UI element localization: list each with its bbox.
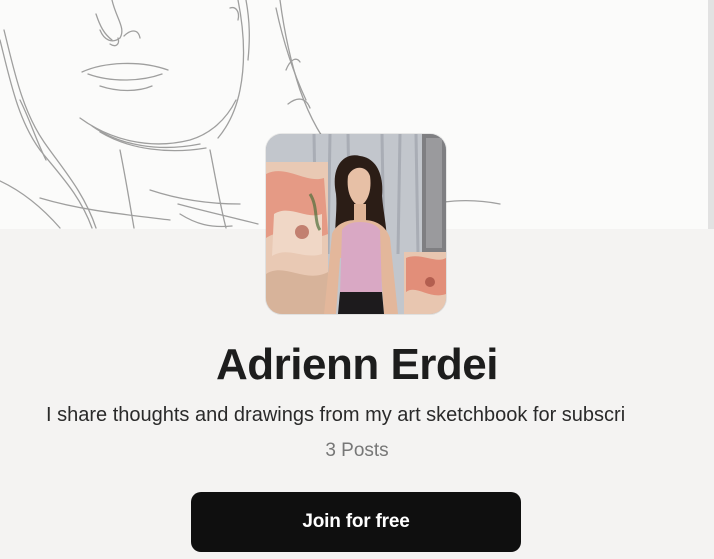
cover-scroll-edge — [708, 0, 714, 229]
posts-count: 3 Posts — [325, 440, 389, 461]
creator-name: Adrienn Erdei — [216, 340, 499, 389]
creator-avatar — [266, 134, 446, 314]
join-for-free-button[interactable]: Join for free — [191, 492, 521, 552]
creator-tagline: I share thoughts and drawings from my ar… — [46, 404, 626, 426]
avatar-photo — [266, 134, 446, 314]
